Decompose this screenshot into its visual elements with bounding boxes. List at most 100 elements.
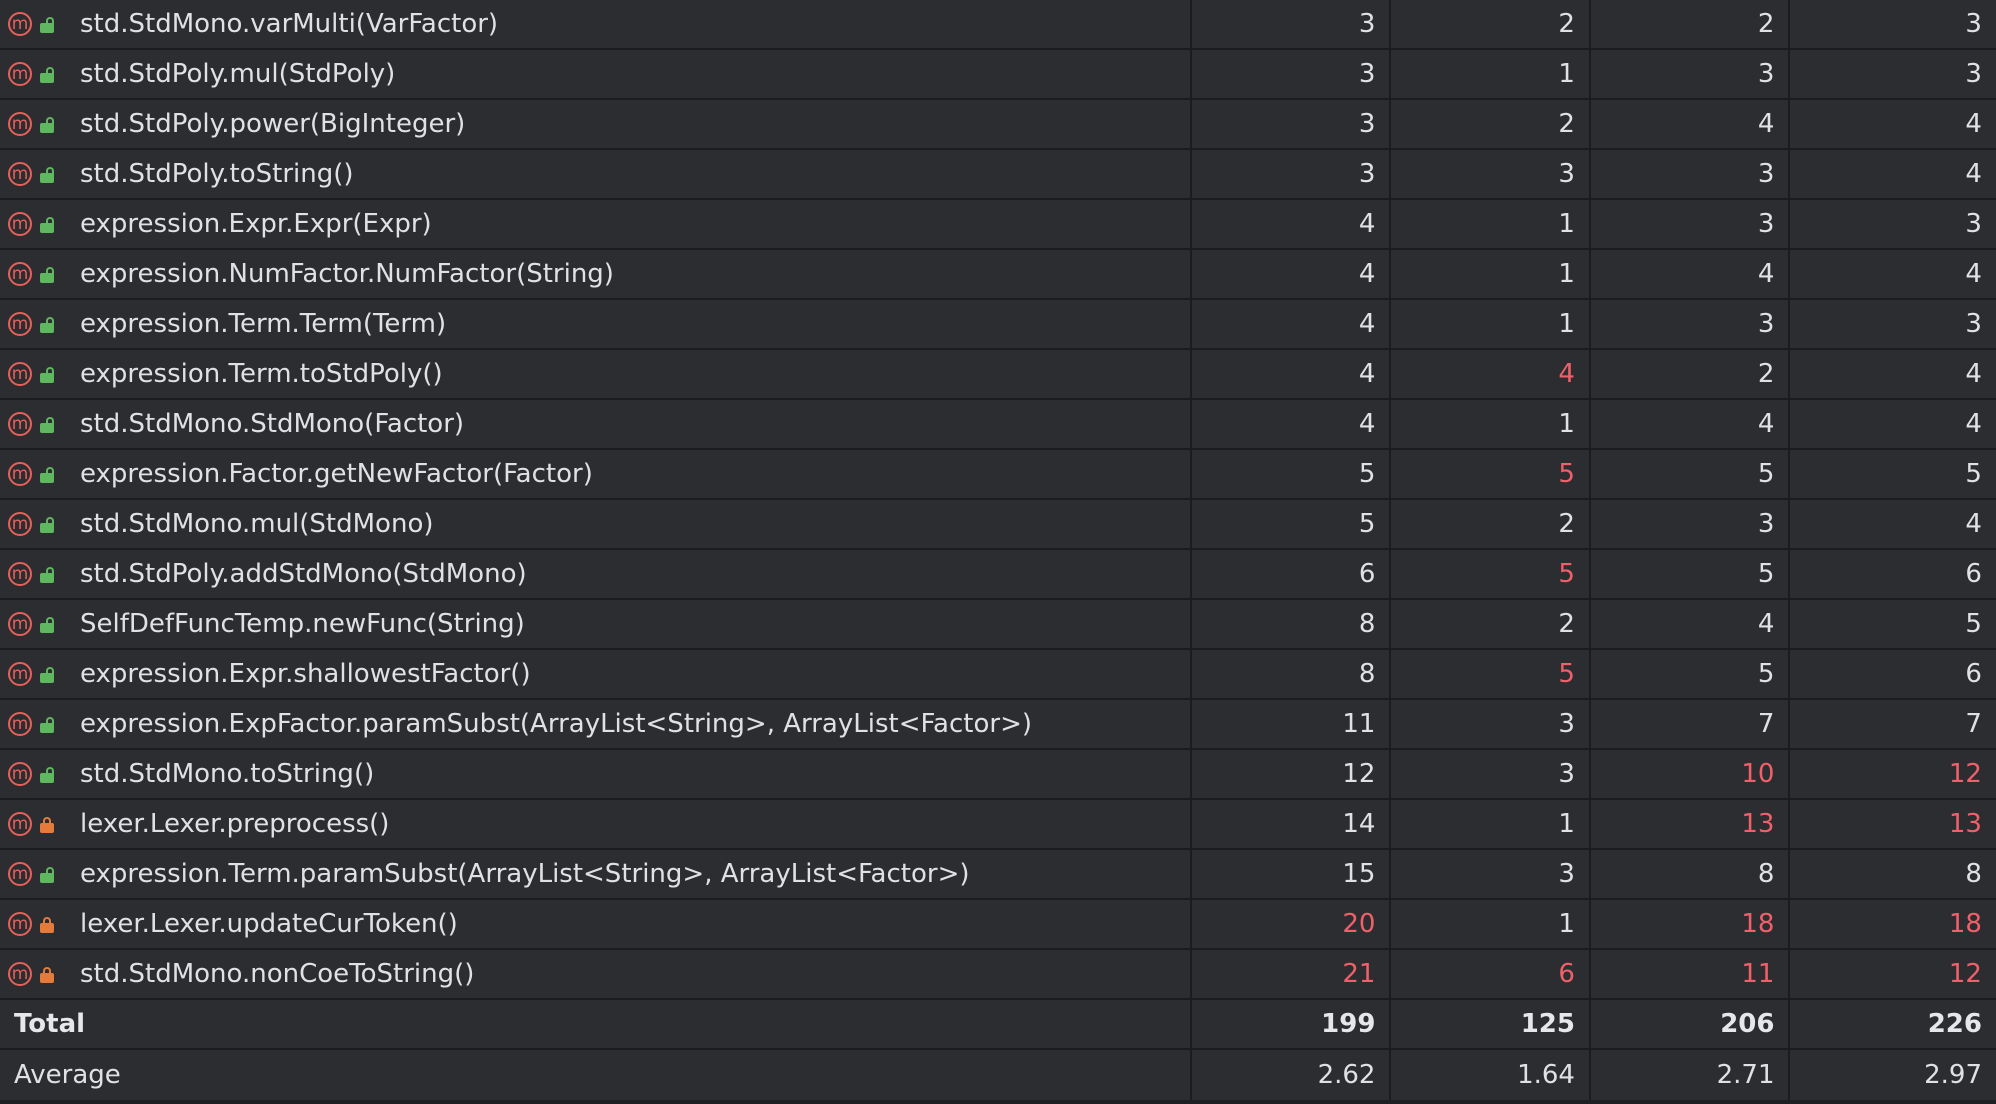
table-row[interactable]: m std.StdPoly.mul(StdPoly) 3 1 3 3 [0, 50, 1996, 100]
method-icon: m [8, 212, 32, 236]
method-name: expression.ExpFactor.paramSubst(ArrayLis… [80, 709, 1032, 739]
private-lock-icon [40, 967, 54, 983]
method-name-cell[interactable]: m expression.ExpFactor.paramSubst(ArrayLi… [0, 700, 1192, 748]
method-icon: m [8, 62, 32, 86]
method-name-cell[interactable]: m expression.Term.paramSubst(ArrayList<St… [0, 850, 1192, 898]
metric-cell-1: 3 [1192, 150, 1392, 198]
metric-cell-3: 3 [1591, 300, 1791, 348]
metric-cell-3: 11 [1591, 950, 1791, 998]
method-name-cell[interactable]: m std.StdPoly.toString() [0, 150, 1192, 198]
method-name: expression.Expr.Expr(Expr) [80, 209, 432, 239]
metric-cell-2: 1 [1391, 300, 1591, 348]
method-name: expression.Term.toStdPoly() [80, 359, 443, 389]
method-name: std.StdMono.nonCoeToString() [80, 959, 475, 989]
method-name-cell[interactable]: m std.StdPoly.mul(StdPoly) [0, 50, 1192, 98]
method-name-cell[interactable]: m expression.Term.Term(Term) [0, 300, 1192, 348]
metric-cell-2: 3 [1391, 750, 1591, 798]
metric-cell-2: 1 [1391, 250, 1591, 298]
table-row[interactable]: m expression.Term.toStdPoly() 4 4 2 4 [0, 350, 1996, 400]
total-value-3: 206 [1591, 1000, 1791, 1048]
metric-cell-3: 3 [1591, 50, 1791, 98]
method-name-cell[interactable]: m std.StdPoly.addStdMono(StdMono) [0, 550, 1192, 598]
metric-cell-3: 5 [1591, 450, 1791, 498]
metric-cell-1: 8 [1192, 650, 1392, 698]
public-lock-icon [40, 167, 54, 183]
table-row[interactable]: m std.StdMono.toString() 12 3 10 12 [0, 750, 1996, 800]
metric-cell-4: 7 [1965, 709, 1982, 739]
method-icon: m [8, 162, 32, 186]
metric-cell-1: 11 [1192, 700, 1392, 748]
metric-cell-3: 5 [1591, 650, 1791, 698]
method-name-cell[interactable]: m expression.NumFactor.NumFactor(String) [0, 250, 1192, 298]
method-icon: m [8, 862, 32, 886]
method-name-cell[interactable]: m expression.Term.toStdPoly() [0, 350, 1192, 398]
metric-cell-1: 3 [1192, 100, 1392, 148]
method-name: std.StdMono.StdMono(Factor) [80, 409, 465, 439]
method-name-cell[interactable]: m lexer.Lexer.updateCurToken() [0, 900, 1192, 948]
table-row[interactable]: m std.StdMono.mul(StdMono) 5 2 3 4 [0, 500, 1996, 550]
method-name-cell[interactable]: m std.StdMono.nonCoeToString() [0, 950, 1192, 998]
table-row[interactable]: m expression.NumFactor.NumFactor(String) 4… [0, 250, 1996, 300]
method-name-cell[interactable]: m lexer.Lexer.preprocess() [0, 800, 1192, 848]
table-row[interactable]: m std.StdMono.varMulti(VarFactor) 3 2 2 3 [0, 0, 1996, 50]
metrics-table: m std.StdMono.varMulti(VarFactor) 3 2 2 3 m std… [0, 0, 1996, 1100]
method-icon: m [8, 462, 32, 486]
metric-cell-4: 4 [1965, 259, 1982, 289]
public-lock-icon [40, 517, 54, 533]
method-name-cell[interactable]: m std.StdMono.StdMono(Factor) [0, 400, 1192, 448]
table-row[interactable]: m expression.Expr.Expr(Expr) 4 1 3 3 [0, 200, 1996, 250]
metric-cell-1: 15 [1192, 850, 1392, 898]
table-row[interactable]: m std.StdPoly.toString() 3 3 3 4 [0, 150, 1996, 200]
method-name-cell[interactable]: m expression.Expr.shallowestFactor() [0, 650, 1192, 698]
table-row[interactable]: m lexer.Lexer.preprocess() 14 1 13 13 [0, 800, 1996, 850]
table-row[interactable]: m lexer.Lexer.updateCurToken() 20 1 18 18 [0, 900, 1996, 950]
table-row[interactable]: m std.StdPoly.power(BigInteger) 3 2 4 4 [0, 100, 1996, 150]
metric-cell-4: 5 [1965, 609, 1982, 639]
metric-cell-1: 5 [1192, 500, 1392, 548]
metric-cell-1: 4 [1192, 350, 1392, 398]
total-value-4: 226 [1927, 1009, 1982, 1039]
metric-cell-3: 13 [1591, 800, 1791, 848]
metric-cell-1: 20 [1192, 900, 1392, 948]
metric-cell-1: 21 [1192, 950, 1392, 998]
method-name: std.StdMono.toString() [80, 759, 375, 789]
table-row[interactable]: m expression.Term.Term(Term) 4 1 3 3 [0, 300, 1996, 350]
method-name-cell[interactable]: m expression.Expr.Expr(Expr) [0, 200, 1192, 248]
public-lock-icon [40, 567, 54, 583]
method-name: std.StdPoly.addStdMono(StdMono) [80, 559, 527, 589]
table-row[interactable]: m std.StdPoly.addStdMono(StdMono) 6 5 5 6 [0, 550, 1996, 600]
method-name-cell[interactable]: m std.StdMono.mul(StdMono) [0, 500, 1192, 548]
table-row[interactable]: m expression.ExpFactor.paramSubst(ArrayLi… [0, 700, 1996, 750]
method-name-cell[interactable]: m expression.Factor.getNewFactor(Factor) [0, 450, 1192, 498]
total-row: Total 199 125 206 226 [0, 1000, 1996, 1050]
method-name-cell[interactable]: m std.StdMono.toString() [0, 750, 1192, 798]
metric-cell-1: 3 [1192, 50, 1392, 98]
table-row[interactable]: m expression.Term.paramSubst(ArrayList<St… [0, 850, 1996, 900]
metric-cell-1: 5 [1192, 450, 1392, 498]
table-row[interactable]: m expression.Expr.shallowestFactor() 8 5 5 6 [0, 650, 1996, 700]
metric-cell-4: 6 [1965, 659, 1982, 689]
metric-cell-3: 7 [1591, 700, 1791, 748]
method-name: std.StdPoly.toString() [80, 159, 354, 189]
metric-cell-4: 5 [1965, 459, 1982, 489]
metric-cell-3: 3 [1591, 200, 1791, 248]
table-row[interactable]: m SelfDefFuncTemp.newFunc(String) 8 2 4 5 [0, 600, 1996, 650]
metric-cell-2: 5 [1391, 650, 1591, 698]
public-lock-icon [40, 417, 54, 433]
table-row[interactable]: m std.StdMono.StdMono(Factor) 4 1 4 4 [0, 400, 1996, 450]
metric-cell-3: 5 [1591, 550, 1791, 598]
table-row[interactable]: m expression.Factor.getNewFactor(Factor) 5… [0, 450, 1996, 500]
metric-cell-4: 4 [1965, 409, 1982, 439]
average-value-1: 2.62 [1192, 1050, 1392, 1100]
public-lock-icon [40, 467, 54, 483]
method-name-cell[interactable]: m std.StdMono.varMulti(VarFactor) [0, 0, 1192, 48]
metric-cell-4: 3 [1965, 59, 1982, 89]
metric-cell-2: 1 [1391, 900, 1591, 948]
method-name: std.StdMono.varMulti(VarFactor) [80, 9, 499, 39]
method-name-cell[interactable]: m std.StdPoly.power(BigInteger) [0, 100, 1192, 148]
method-name-cell[interactable]: m SelfDefFuncTemp.newFunc(String) [0, 600, 1192, 648]
metric-cell-2: 2 [1391, 100, 1591, 148]
table-row[interactable]: m std.StdMono.nonCoeToString() 21 6 11 12 [0, 950, 1996, 1000]
method-name: expression.Factor.getNewFactor(Factor) [80, 459, 593, 489]
method-name: expression.NumFactor.NumFactor(String) [80, 259, 614, 289]
